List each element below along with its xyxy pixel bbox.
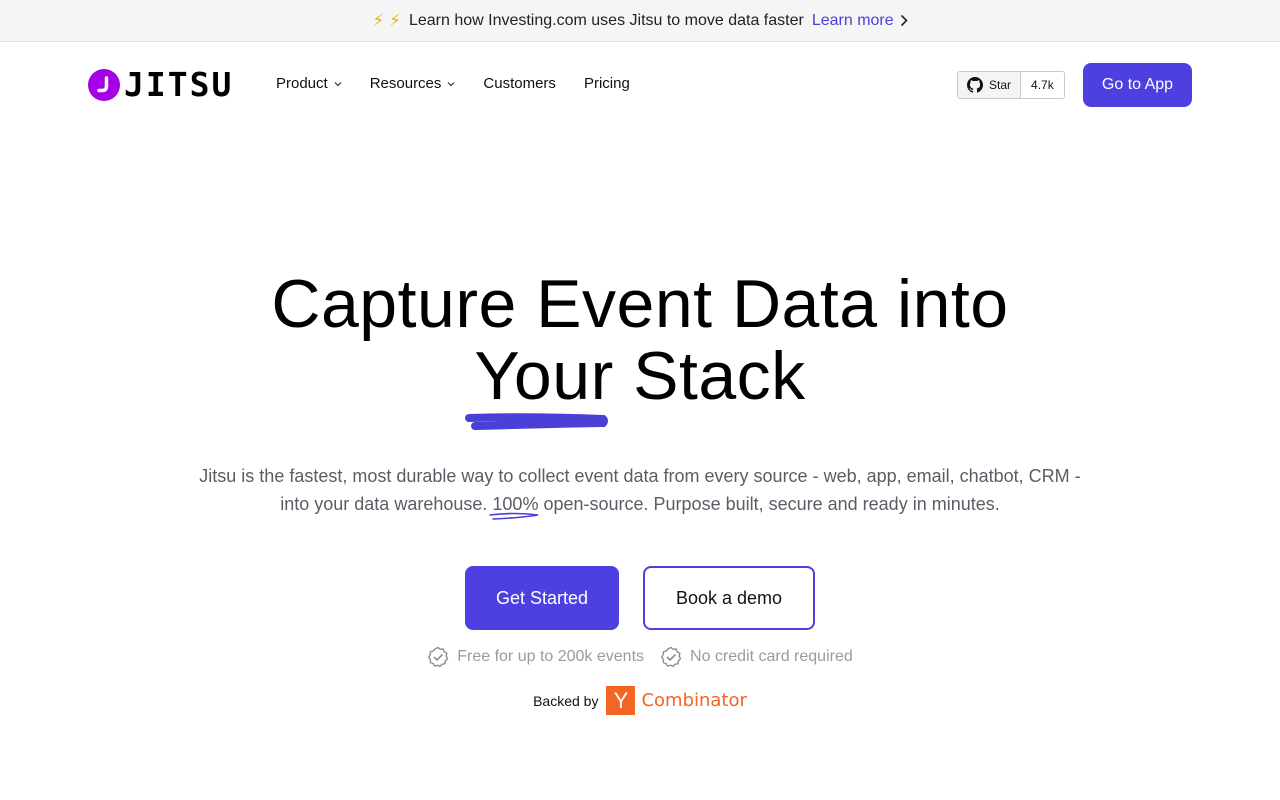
yc-wordmark: Combinator	[641, 690, 747, 711]
main-nav: Product Resources Customers Pricing	[276, 75, 658, 92]
star-label: Star	[989, 78, 1012, 92]
check-item: No credit card required	[660, 646, 853, 668]
star-count[interactable]: 4.7k	[1021, 72, 1064, 98]
chevron-down-icon	[447, 81, 455, 86]
nav-item-resources[interactable]: Resources	[370, 75, 456, 92]
lightning-icon: ⚡ ⚡	[372, 10, 401, 30]
nav-item-customers[interactable]: Customers	[483, 75, 556, 92]
nav-label: Product	[276, 75, 328, 92]
github-star-label-box[interactable]: Star	[958, 72, 1022, 98]
hero-subtitle: Jitsu is the fastest, most durable way t…	[190, 462, 1090, 520]
go-to-app-button[interactable]: Go to App	[1083, 63, 1192, 107]
get-started-button[interactable]: Get Started	[465, 566, 619, 630]
nav-label: Resources	[369, 75, 442, 92]
learn-more-link[interactable]: Learn more	[812, 12, 908, 30]
feature-checks: Free for up to 200k events No credit car…	[0, 646, 1280, 668]
badge-check-icon	[428, 646, 449, 668]
check-item: Free for up to 200k events	[427, 646, 644, 668]
jitsu-logo[interactable]: JITSU	[88, 65, 234, 104]
site-header: JITSU Product Resources Customers Pricin…	[0, 43, 1280, 127]
logo-mark-icon	[88, 69, 120, 101]
logo-text: JITSU	[124, 65, 234, 104]
announcement-text: Learn how Investing.com uses Jitsu to mo…	[408, 11, 804, 29]
backed-by-label: Backed by	[533, 692, 599, 709]
chevron-down-icon	[334, 81, 342, 86]
announcement-bar: ⚡ ⚡ Learn how Investing.com uses Jitsu t…	[0, 0, 1280, 42]
nav-label: Customers	[483, 75, 556, 92]
hero-title: Capture Event Data into Your Stack	[0, 268, 1280, 412]
check-label: Free for up to 200k events	[457, 648, 645, 665]
subtitle-highlight: 100%	[489, 490, 539, 520]
nav-item-product[interactable]: Product	[276, 75, 342, 92]
nav-label: Pricing	[583, 75, 630, 92]
backed-by-row: Backed by Y Combinator	[0, 686, 1280, 715]
yc-logo-icon: Y	[606, 686, 636, 715]
github-star-button[interactable]: Star 4.7k	[957, 71, 1065, 99]
hero-title-line2: Your Stack	[474, 338, 806, 414]
hero-title-line1: Capture Event Data into	[271, 266, 1009, 342]
chevron-right-icon	[900, 14, 908, 27]
book-demo-button[interactable]: Book a demo	[643, 566, 815, 630]
github-icon	[967, 77, 983, 93]
learn-more-label: Learn more	[811, 11, 894, 29]
underline-swash-icon	[465, 413, 608, 430]
badge-check-icon	[660, 646, 682, 668]
check-label: No credit card required	[690, 648, 853, 665]
nav-item-pricing[interactable]: Pricing	[584, 75, 630, 92]
scribble-underline-icon	[489, 512, 539, 520]
subtitle-part2: open-source. Purpose built, secure and r…	[543, 494, 1000, 514]
